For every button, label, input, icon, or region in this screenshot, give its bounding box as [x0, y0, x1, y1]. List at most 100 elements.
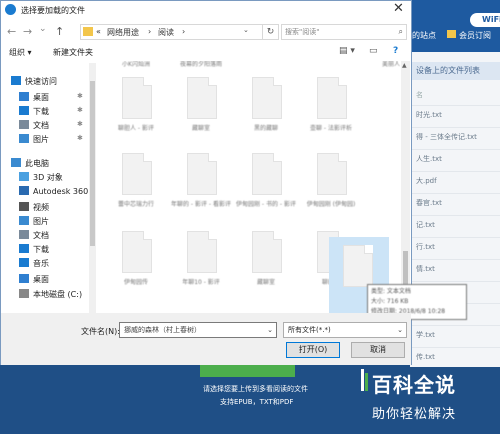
text-file-icon — [187, 77, 217, 119]
tooltip-type: 类型: 文本文档 — [371, 288, 411, 295]
sidebar-item[interactable]: 音乐 — [19, 258, 49, 271]
chevron-down-icon[interactable]: ⌄ — [397, 323, 403, 337]
sidebar-item[interactable]: 桌面 — [19, 92, 49, 105]
breadcrumb-reading[interactable]: 阅读 — [158, 27, 174, 38]
navigation-scrollbar[interactable] — [89, 63, 96, 313]
chevron-down-icon[interactable]: ⌄ — [267, 323, 273, 337]
organize-menu[interactable]: 组织 ▾ — [9, 47, 32, 58]
video-icon — [19, 202, 29, 211]
music-icon — [19, 258, 29, 267]
sidebar-item[interactable]: 图片 — [19, 216, 49, 229]
sidebar-item[interactable]: 快速访问 — [11, 76, 57, 89]
file-name: 藏聊室 — [256, 279, 275, 286]
filename-input[interactable]: 挪威的森林（村上春树） ⌄ — [119, 322, 277, 338]
subscription-link[interactable]: 会员订阅 — [459, 30, 491, 41]
file-item[interactable]: 夜幕的夕阳落雨 — [171, 61, 231, 69]
sidebar-item[interactable]: 本地磁盘 (C:) — [19, 289, 82, 302]
search-icon: ⌕ — [398, 27, 403, 36]
filename-label: 文件名(N): — [81, 327, 120, 336]
refresh-icon[interactable]: ↻ — [263, 24, 279, 40]
file-name: 美丽人 — [381, 61, 400, 68]
address-bar: ← → ⌄ ↑ « 网络用途 › 阅读 › ⌄ ↻ 搜索"阅读" ⌕ — [1, 21, 411, 43]
device-file-row[interactable]: 大.pdf — [416, 176, 437, 186]
cancel-button[interactable]: 取消 — [351, 342, 405, 358]
view-options-icon[interactable]: ▤ ▾ — [339, 46, 355, 56]
sidebar-item[interactable]: 文档 — [19, 120, 49, 133]
device-file-row[interactable]: 记.txt — [416, 220, 435, 230]
device-file-row[interactable]: 人生.txt — [416, 154, 442, 164]
sidebar-item[interactable]: 图片 — [19, 134, 49, 147]
device-file-row[interactable]: 行.txt — [416, 242, 435, 252]
file-type-select[interactable]: 所有文件(*.*) ⌄ — [283, 322, 407, 338]
device-file-row[interactable]: 传.txt — [416, 352, 435, 362]
recent-locations-icon[interactable]: ⌄ — [39, 24, 47, 34]
sidebar-item[interactable]: 下载 — [19, 244, 49, 257]
sidebar-item-label: 3D 对象 — [33, 173, 63, 182]
breadcrumb-overflow[interactable]: « — [96, 27, 101, 36]
file-item[interactable] — [301, 61, 361, 69]
sidebar-item[interactable]: 文档 — [19, 230, 49, 243]
sidebar-item[interactable]: 下载 — [19, 106, 49, 119]
document-icon — [19, 230, 29, 239]
breadcrumb-separator: › — [182, 27, 186, 36]
text-file-icon — [122, 231, 152, 273]
device-file-row[interactable]: 春官.txt — [416, 198, 442, 208]
sidebar-item[interactable]: Autodesk 360 — [19, 186, 88, 199]
file-item[interactable]: 藏聊室 — [171, 73, 231, 153]
file-item[interactable]: 小K闪灿洲 — [106, 61, 166, 69]
site-link[interactable]: 的站点 — [412, 30, 436, 41]
file-item[interactable]: 年聊的 - 影评 - 看影评 — [171, 149, 231, 229]
text-file-icon — [252, 231, 282, 273]
file-item[interactable]: 聊胆人 - 影评 — [106, 73, 166, 153]
scroll-up-icon[interactable]: ▲ — [402, 62, 407, 69]
sidebar-item-label: 图片 — [33, 135, 49, 144]
file-item[interactable]: 伊甸园传 — [106, 227, 166, 307]
watermark-subtitle: 助你轻松解决 — [372, 407, 457, 422]
file-item[interactable]: 年聊10 - 影评 — [171, 227, 231, 307]
folder-icon — [83, 27, 93, 36]
new-folder-button[interactable]: 新建文件夹 — [53, 47, 93, 58]
row-divider — [410, 237, 500, 238]
sidebar-item-label: 视频 — [33, 203, 49, 212]
device-file-row[interactable]: 学.txt — [416, 330, 435, 340]
forward-arrow-icon[interactable]: → — [23, 25, 32, 38]
file-item[interactable]: 壶聊 - 法影评析 — [301, 73, 361, 153]
file-name: 年聊的 - 影评 - 看影评 — [171, 201, 231, 208]
up-arrow-icon[interactable]: ↑ — [55, 25, 64, 38]
sidebar-item[interactable]: 此电脑 — [11, 158, 49, 171]
preview-pane-icon[interactable]: ▭ — [369, 46, 378, 56]
file-item[interactable]: 藏聊室 — [236, 227, 296, 307]
file-item[interactable]: 蕾中芯瑞力行 — [106, 149, 166, 229]
help-icon[interactable]: ? — [393, 46, 398, 56]
file-item[interactable]: 伊甸园刚 - 书的 - 影评 — [236, 149, 296, 229]
chevron-down-icon[interactable]: ⌄ — [243, 26, 249, 34]
file-name: 蕾中芯瑞力行 — [117, 201, 154, 208]
sidebar-item[interactable]: 桌面 — [19, 274, 49, 287]
text-file-icon — [317, 153, 347, 195]
dialog-footer: 文件名(N): 挪威的森林（村上春树） ⌄ 所有文件(*.*) ⌄ 打开(O) … — [1, 313, 411, 365]
upload-button[interactable] — [200, 365, 295, 377]
sidebar-item[interactable]: 3D 对象 — [19, 172, 63, 185]
device-file-row[interactable]: 得 - 三体全传记.txt — [416, 132, 477, 142]
file-list-scrollbar[interactable]: ▲ ▼ — [401, 61, 410, 313]
upload-area: 请选择您要上传到多看阅读的文件 支持EPUB，TXT和PDF — [0, 365, 410, 434]
open-file-dialog: 选择要加载的文件 ✕ ← → ⌄ ↑ « 网络用途 › 阅读 › ⌄ ↻ 搜索"… — [0, 0, 467, 365]
back-arrow-icon[interactable]: ← — [7, 25, 16, 38]
search-input[interactable]: 搜索"阅读" ⌕ — [281, 24, 407, 40]
path-breadcrumb[interactable]: « 网络用途 › 阅读 › ⌄ — [80, 24, 263, 40]
close-icon[interactable]: ✕ — [393, 1, 404, 16]
file-item[interactable]: 美丽人 — [361, 61, 401, 69]
open-button[interactable]: 打开(O) — [286, 342, 340, 358]
row-divider — [410, 171, 500, 172]
text-file-icon — [252, 153, 282, 195]
device-file-row[interactable]: 情.txt — [416, 264, 435, 274]
sidebar-item[interactable]: 视频 — [19, 202, 49, 215]
device-file-row[interactable]: 时光.txt — [416, 110, 442, 120]
search-placeholder: 搜索"阅读" — [285, 28, 320, 36]
file-item[interactable]: 伊甸园刚 (伊甸园) — [301, 149, 361, 229]
file-item[interactable] — [236, 61, 296, 69]
navigation-scrollbar-thumb[interactable] — [90, 81, 95, 246]
file-item[interactable]: 黑的藏聊 — [236, 73, 296, 153]
breadcrumb-network[interactable]: 网络用途 — [107, 27, 139, 38]
sidebar-item-label: 快速访问 — [25, 77, 57, 86]
